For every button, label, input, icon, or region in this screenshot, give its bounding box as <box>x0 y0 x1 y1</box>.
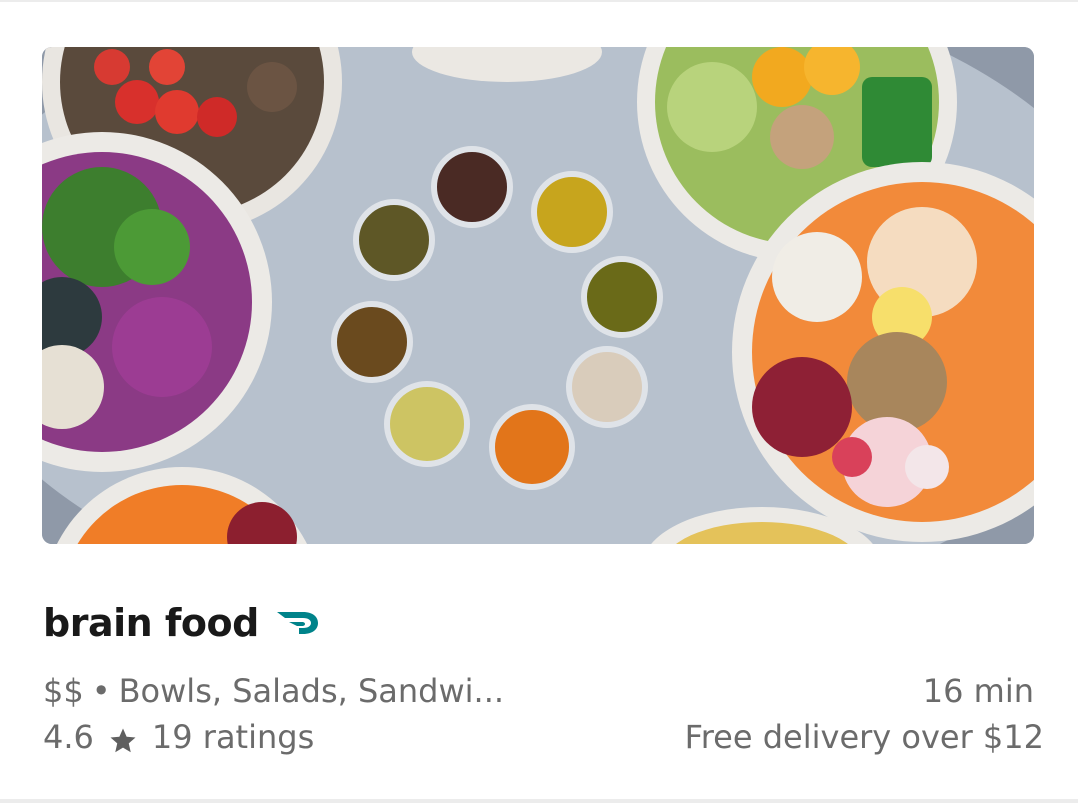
delivery-fee: Free delivery over $12 <box>684 718 1044 756</box>
price-cuisine-line: $$ • Bowls, Salads, Sandwi... <box>43 668 583 714</box>
rating-line: 4.6 19 ratings <box>43 714 583 760</box>
store-name[interactable]: brain food <box>43 601 259 645</box>
store-meta-right: 16 min Free delivery over $12 <box>685 668 1044 760</box>
price-range: $$ <box>43 672 84 710</box>
meta-separator: • <box>91 672 111 710</box>
store-hero-image[interactable] <box>42 47 1034 544</box>
store-title-row: brain food <box>43 598 321 648</box>
ratings-count: 19 ratings <box>151 718 315 756</box>
dashpass-icon <box>275 608 321 638</box>
star-icon <box>108 722 138 753</box>
cuisine-list: Bowls, Salads, Sandwi... <box>118 672 505 710</box>
rating-value: 4.6 <box>43 718 94 756</box>
store-meta-left: $$ • Bowls, Salads, Sandwi... 4.6 19 rat… <box>43 668 583 760</box>
delivery-eta: 16 min <box>922 672 1034 710</box>
store-card[interactable]: brain food $$ • Bowls, Salads, Sandwi...… <box>0 2 1078 799</box>
bottom-divider <box>0 799 1078 803</box>
